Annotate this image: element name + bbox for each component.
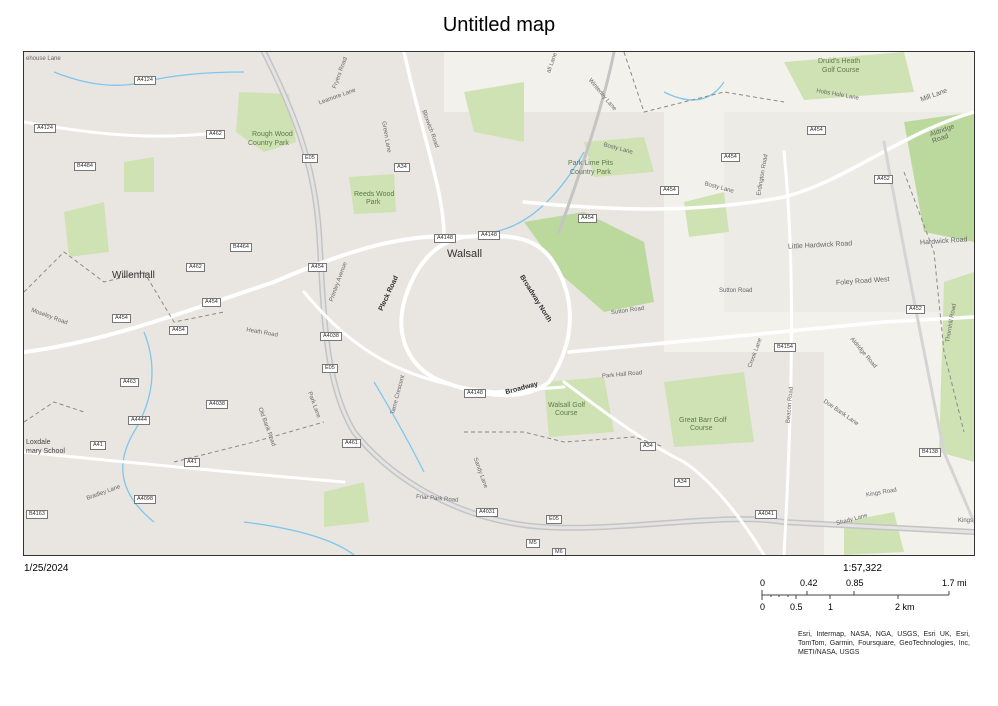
road-shield: E05 [302, 154, 318, 163]
road-shield: A461 [342, 439, 361, 448]
road-shield: A454 [721, 153, 740, 162]
park-label-park: Park [366, 199, 381, 206]
scale-tick-km-1: 0.5 [790, 602, 803, 612]
road-shield: A4038 [206, 400, 228, 409]
place-label-willenhall: Willenhall [112, 270, 155, 281]
map-view[interactable]: Walsall Willenhall Druid's Heath Golf Co… [23, 51, 975, 556]
road-shield: A452 [906, 305, 925, 314]
road-shield: A4098 [134, 495, 156, 504]
road-shield: A4444 [128, 416, 150, 425]
road-shield: A4124 [34, 124, 56, 133]
road-shield: M5 [526, 539, 540, 548]
road-shield: A454 [202, 298, 221, 307]
road-shield: A4041 [755, 510, 777, 519]
road-shield: B4138 [919, 448, 941, 457]
basemap[interactable] [24, 52, 974, 555]
road-shield: E05 [546, 515, 562, 524]
road-shield: A462 [186, 263, 205, 272]
scale-ratio: 1:57,322 [843, 563, 882, 574]
road-shield: M6 [552, 548, 566, 555]
road-shield: A4148 [434, 234, 456, 243]
road-shield: E05 [322, 364, 338, 373]
place-label-walsall: Walsall [447, 248, 483, 260]
road-shield: A4148 [464, 389, 486, 398]
map-attribution: Esri, Intermap, NASA, NGA, USGS, Esri UK… [798, 631, 970, 656]
road-shield: A34 [674, 478, 690, 487]
road-shield: A41 [90, 441, 106, 450]
scale-tick-mi-0: 0 [760, 578, 766, 588]
place-label-mary-school: mary School [26, 448, 65, 455]
road-shield: A462 [206, 130, 225, 139]
road-shield: A454 [308, 263, 327, 272]
scale-bar: 0 0.42 0.85 1.7 mi 0 0.5 1 2 km [755, 578, 985, 618]
road-label-whitehouse-lane: ehouse Lane [26, 56, 61, 62]
park-label-golf-course-1: Golf Course [822, 67, 860, 74]
road-shield: A463 [120, 378, 139, 387]
road-shield: B4484 [74, 162, 96, 171]
road-shield: A454 [660, 186, 679, 195]
park-label-country-park-1: Country Park [248, 140, 289, 147]
park-label-rough-wood: Rough Wood [252, 131, 293, 138]
road-shield: A34 [640, 442, 656, 451]
park-label-course-1: Course [555, 410, 578, 417]
road-shield: A4124 [134, 76, 156, 85]
park-label-course-2: Course [690, 425, 713, 432]
road-shield: A41 [184, 458, 200, 467]
park-label-reeds-wood: Reeds Wood [354, 191, 395, 198]
park-label-park-lime-pits: Park Lime Pits [568, 160, 614, 167]
park-label-great-barr-golf: Great Barr Golf [679, 417, 727, 424]
park-label-walsall-golf: Walsall Golf [548, 402, 586, 409]
scale-tick-mi-3: 1.7 mi [942, 578, 967, 588]
scale-tick-km-0: 0 [760, 602, 766, 612]
road-shield: A454 [578, 214, 597, 223]
map-title: Untitled map [442, 14, 556, 36]
scale-tick-mi-1: 0.42 [800, 578, 818, 588]
road-shield: A4038 [320, 332, 342, 341]
scale-tick-km-2: 1 [828, 602, 834, 612]
scale-bar-line [761, 590, 950, 600]
road-label-kings: Kings [958, 518, 974, 524]
place-label-loxdale: Loxdale [26, 439, 51, 446]
road-shield: A454 [807, 126, 826, 135]
park-label-druids-heath: Druid's Heath [818, 58, 861, 65]
road-shield: A34 [394, 163, 410, 172]
road-shield: A454 [169, 326, 188, 335]
scale-tick-km-3: 2 km [895, 602, 915, 612]
road-shield: B4464 [230, 243, 252, 252]
road-shield: A454 [112, 314, 131, 323]
road-shield: A452 [874, 175, 893, 184]
road-shield: B4163 [26, 510, 48, 519]
park-label-country-park-2: Country Park [570, 169, 611, 176]
road-shield: B4154 [774, 343, 796, 352]
scale-tick-mi-2: 0.85 [846, 578, 864, 588]
road-shield: A4148 [478, 231, 500, 240]
road-shield: A4031 [476, 508, 498, 517]
road-label-sutton-road-2: Sutton Road [719, 288, 753, 294]
map-date: 1/25/2024 [24, 563, 69, 574]
